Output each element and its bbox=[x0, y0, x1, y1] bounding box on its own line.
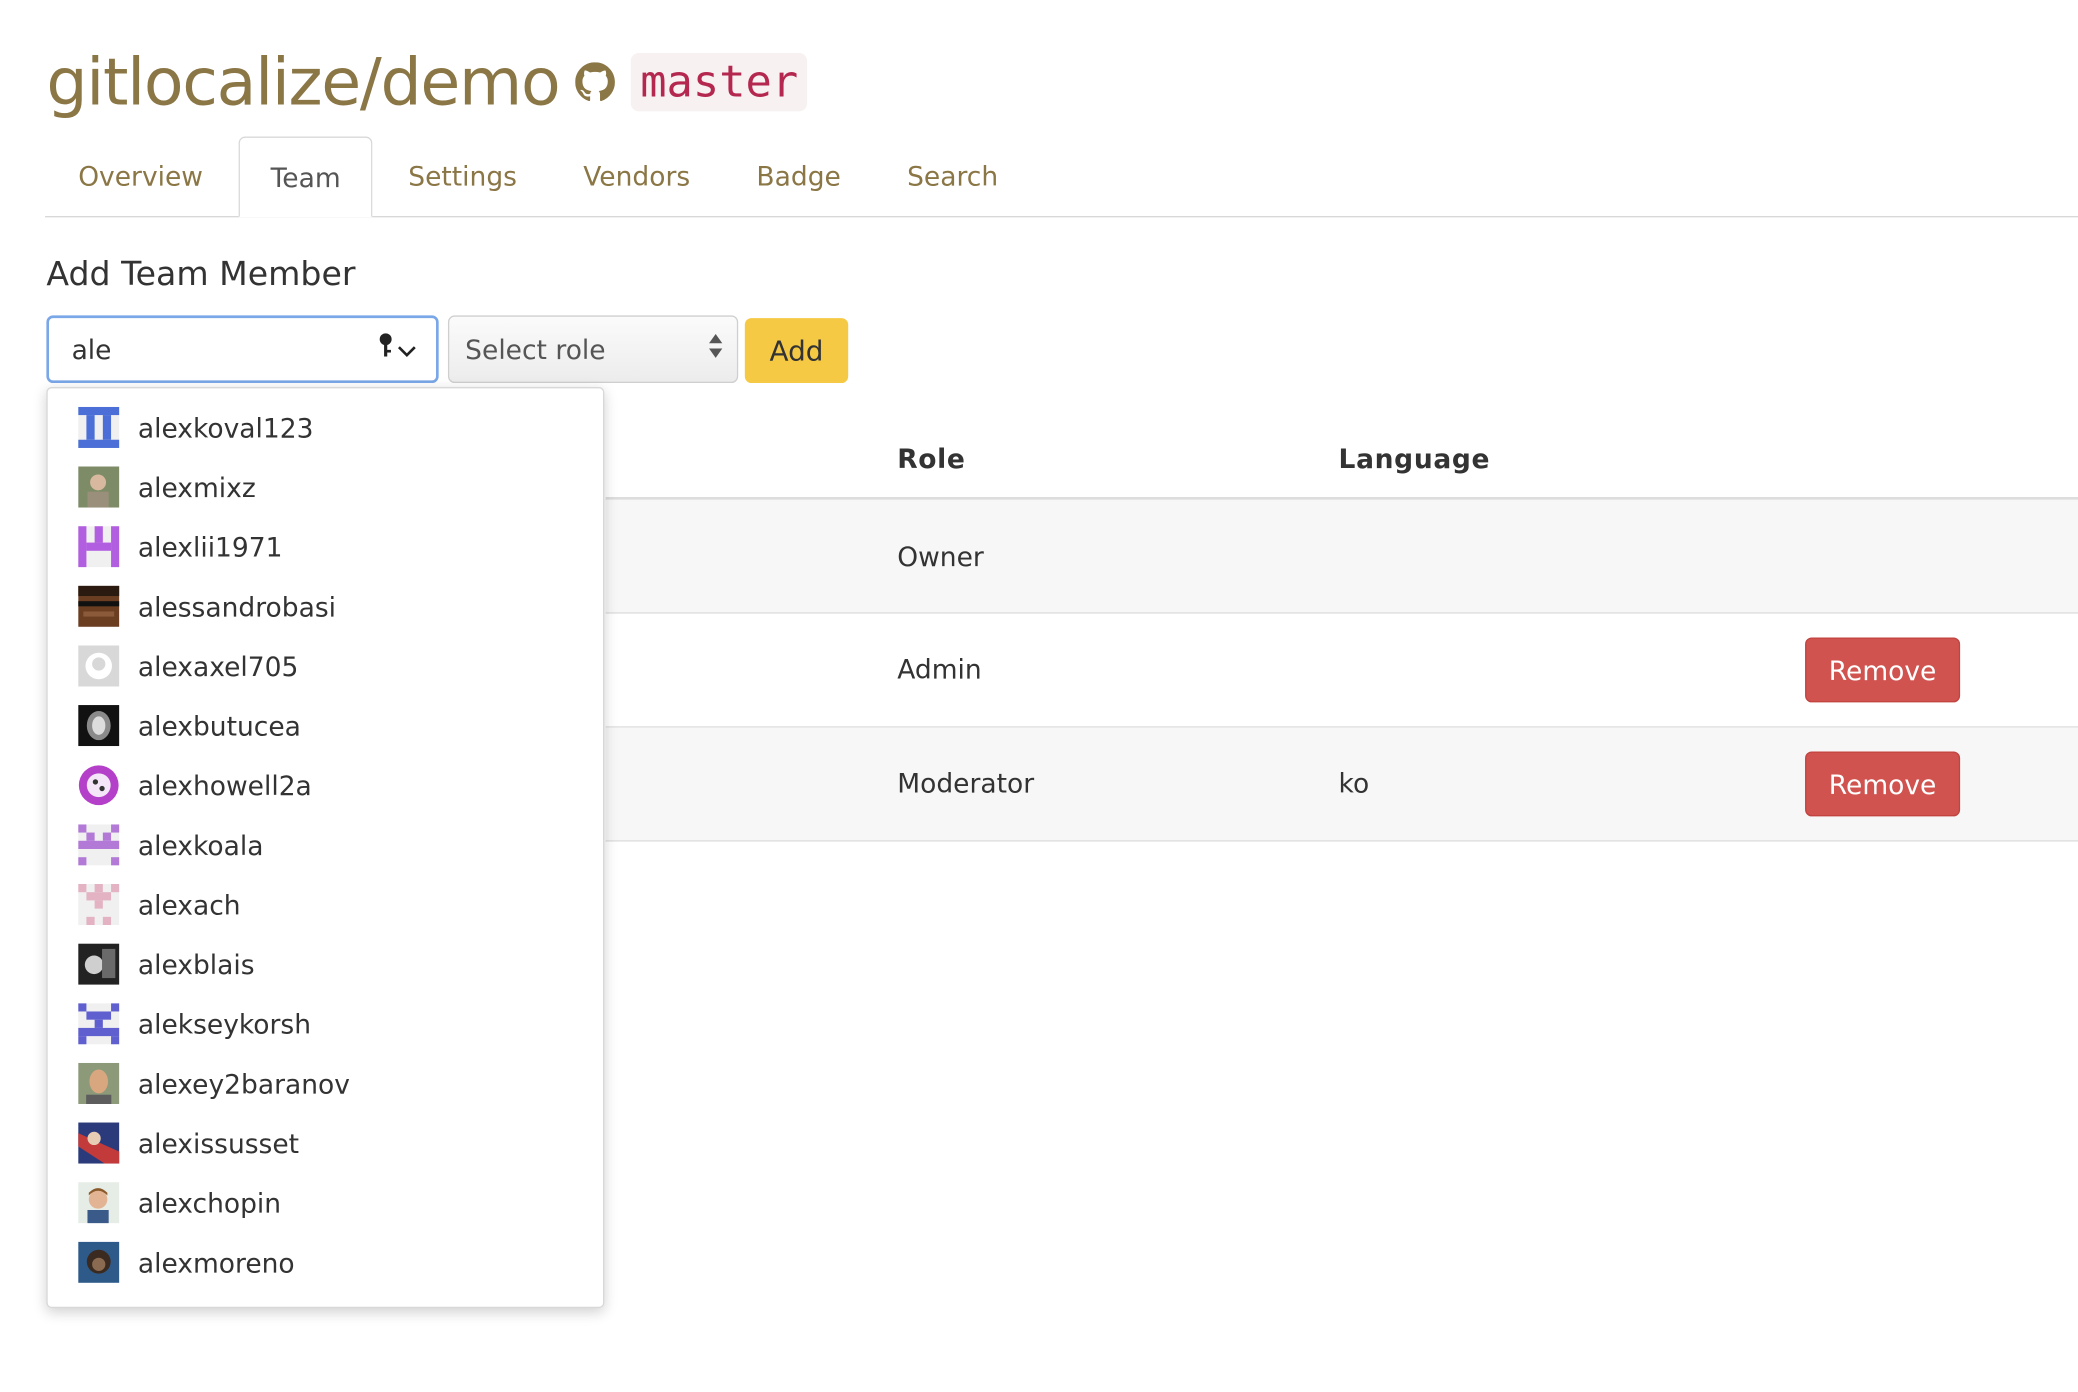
suggestion-item[interactable]: alexkoval123 bbox=[48, 398, 603, 458]
user-search-input[interactable]: ale bbox=[46, 315, 439, 384]
github-icon[interactable] bbox=[575, 62, 616, 102]
role-cell: Admin bbox=[897, 653, 982, 686]
role-select-value: Select role bbox=[465, 333, 606, 366]
user-search-value: ale bbox=[71, 333, 112, 366]
remove-button[interactable]: Remove bbox=[1805, 751, 1961, 817]
select-controls[interactable] bbox=[378, 333, 418, 366]
chevron-down-icon[interactable] bbox=[396, 333, 417, 365]
column-role: Role bbox=[897, 442, 966, 475]
role-select[interactable]: Select role bbox=[447, 315, 739, 384]
table-row: Owner bbox=[605, 499, 2078, 614]
photo-avatar bbox=[78, 705, 120, 747]
suggestion-username: alexblais bbox=[137, 948, 255, 981]
tab-vendors[interactable]: Vendors bbox=[550, 137, 723, 217]
repo-header: gitlocalize/demo master bbox=[46, 40, 808, 125]
suggestion-item[interactable]: alexbutucea bbox=[48, 696, 603, 756]
suggestion-item[interactable]: alexissusset bbox=[48, 1113, 603, 1173]
remove-button[interactable]: Remove bbox=[1805, 637, 1961, 703]
suggestion-username: alessandrobasi bbox=[137, 590, 337, 623]
tab-search[interactable]: Search bbox=[874, 137, 1031, 217]
role-cell: Moderator bbox=[897, 767, 1035, 800]
column-language: Language bbox=[1338, 442, 1491, 475]
suggestion-username: alexach bbox=[137, 888, 241, 921]
suggestion-item[interactable]: alexlii1971 bbox=[48, 517, 603, 577]
identicon-avatar bbox=[78, 1003, 120, 1045]
repo-tabs: Overview Team Settings Vendors Badge Sea… bbox=[45, 136, 2078, 218]
photo-avatar bbox=[78, 466, 120, 508]
repo-title[interactable]: gitlocalize/demo bbox=[46, 50, 560, 115]
tab-settings[interactable]: Settings bbox=[375, 137, 550, 217]
identicon-avatar bbox=[78, 824, 120, 866]
suggestion-username: alexissusset bbox=[137, 1127, 300, 1159]
suggestion-item[interactable]: alexaxel705 bbox=[48, 636, 603, 696]
identicon-avatar bbox=[78, 883, 120, 926]
suggestion-item[interactable]: alexach bbox=[48, 875, 603, 935]
tab-team[interactable]: Team bbox=[238, 136, 373, 218]
up-down-arrows-icon bbox=[708, 330, 724, 368]
photo-avatar bbox=[78, 1062, 120, 1104]
suggestion-username: alexchopin bbox=[137, 1186, 282, 1219]
table-row: Moderator ko Remove bbox=[605, 727, 2078, 842]
tab-badge[interactable]: Badge bbox=[723, 137, 874, 217]
suggestion-item[interactable]: alexmixz bbox=[48, 457, 603, 517]
identicon-avatar bbox=[78, 526, 120, 568]
team-table-header: Role Language bbox=[605, 424, 2078, 501]
suggestion-username: alexkoval123 bbox=[137, 411, 314, 444]
language-cell: ko bbox=[1338, 767, 1370, 800]
suggestion-item[interactable]: alexblais bbox=[48, 934, 603, 994]
suggestion-username: alekseykorsh bbox=[137, 1007, 312, 1040]
add-team-member-heading: Add Team Member bbox=[46, 254, 356, 293]
suggestion-username: alexhowell2a bbox=[137, 769, 312, 802]
suggestion-username: alexaxel705 bbox=[137, 650, 299, 682]
suggestion-username: alexlii1971 bbox=[137, 530, 283, 563]
identicon-avatar bbox=[78, 406, 120, 448]
pixel-face-avatar bbox=[78, 585, 120, 627]
user-suggestions-dropdown: alexkoval123 alexmixz alexlii1971 alessa… bbox=[46, 386, 605, 1309]
photo-avatar bbox=[78, 943, 120, 985]
photo-avatar bbox=[78, 1182, 120, 1224]
suggestion-username: alexey2baranov bbox=[137, 1067, 350, 1100]
suggestion-item[interactable]: alexmoreno bbox=[48, 1233, 603, 1293]
suggestion-item[interactable]: alessandrobasi bbox=[48, 577, 603, 637]
suggestion-item[interactable]: alekseykorsh bbox=[48, 994, 603, 1054]
suggestion-username: alexkoala bbox=[137, 828, 264, 861]
role-cell: Owner bbox=[897, 540, 984, 573]
add-button[interactable]: Add bbox=[744, 318, 849, 384]
suggestion-item[interactable]: alexchopin bbox=[48, 1173, 603, 1233]
photo-avatar bbox=[78, 1241, 120, 1283]
suggestion-item[interactable]: alexkoala bbox=[48, 815, 603, 875]
suggestion-username: alexmixz bbox=[137, 471, 256, 503]
branch-badge: master bbox=[630, 53, 808, 112]
cartoon-avatar bbox=[78, 765, 119, 806]
suggestion-item[interactable]: alexey2baranov bbox=[48, 1054, 603, 1114]
github-default-avatar bbox=[78, 645, 120, 687]
table-row: Admin Remove bbox=[605, 614, 2078, 728]
key-icon bbox=[378, 333, 394, 366]
tab-overview[interactable]: Overview bbox=[45, 137, 236, 217]
suggestion-username: alexbutucea bbox=[137, 709, 301, 742]
page-root: gitlocalize/demo master Overview Team Se… bbox=[0, 0, 2078, 1384]
suggestion-item[interactable]: alexhowell2a bbox=[48, 755, 603, 815]
suggestion-username: alexmoreno bbox=[137, 1246, 295, 1279]
photo-avatar bbox=[78, 1122, 120, 1164]
